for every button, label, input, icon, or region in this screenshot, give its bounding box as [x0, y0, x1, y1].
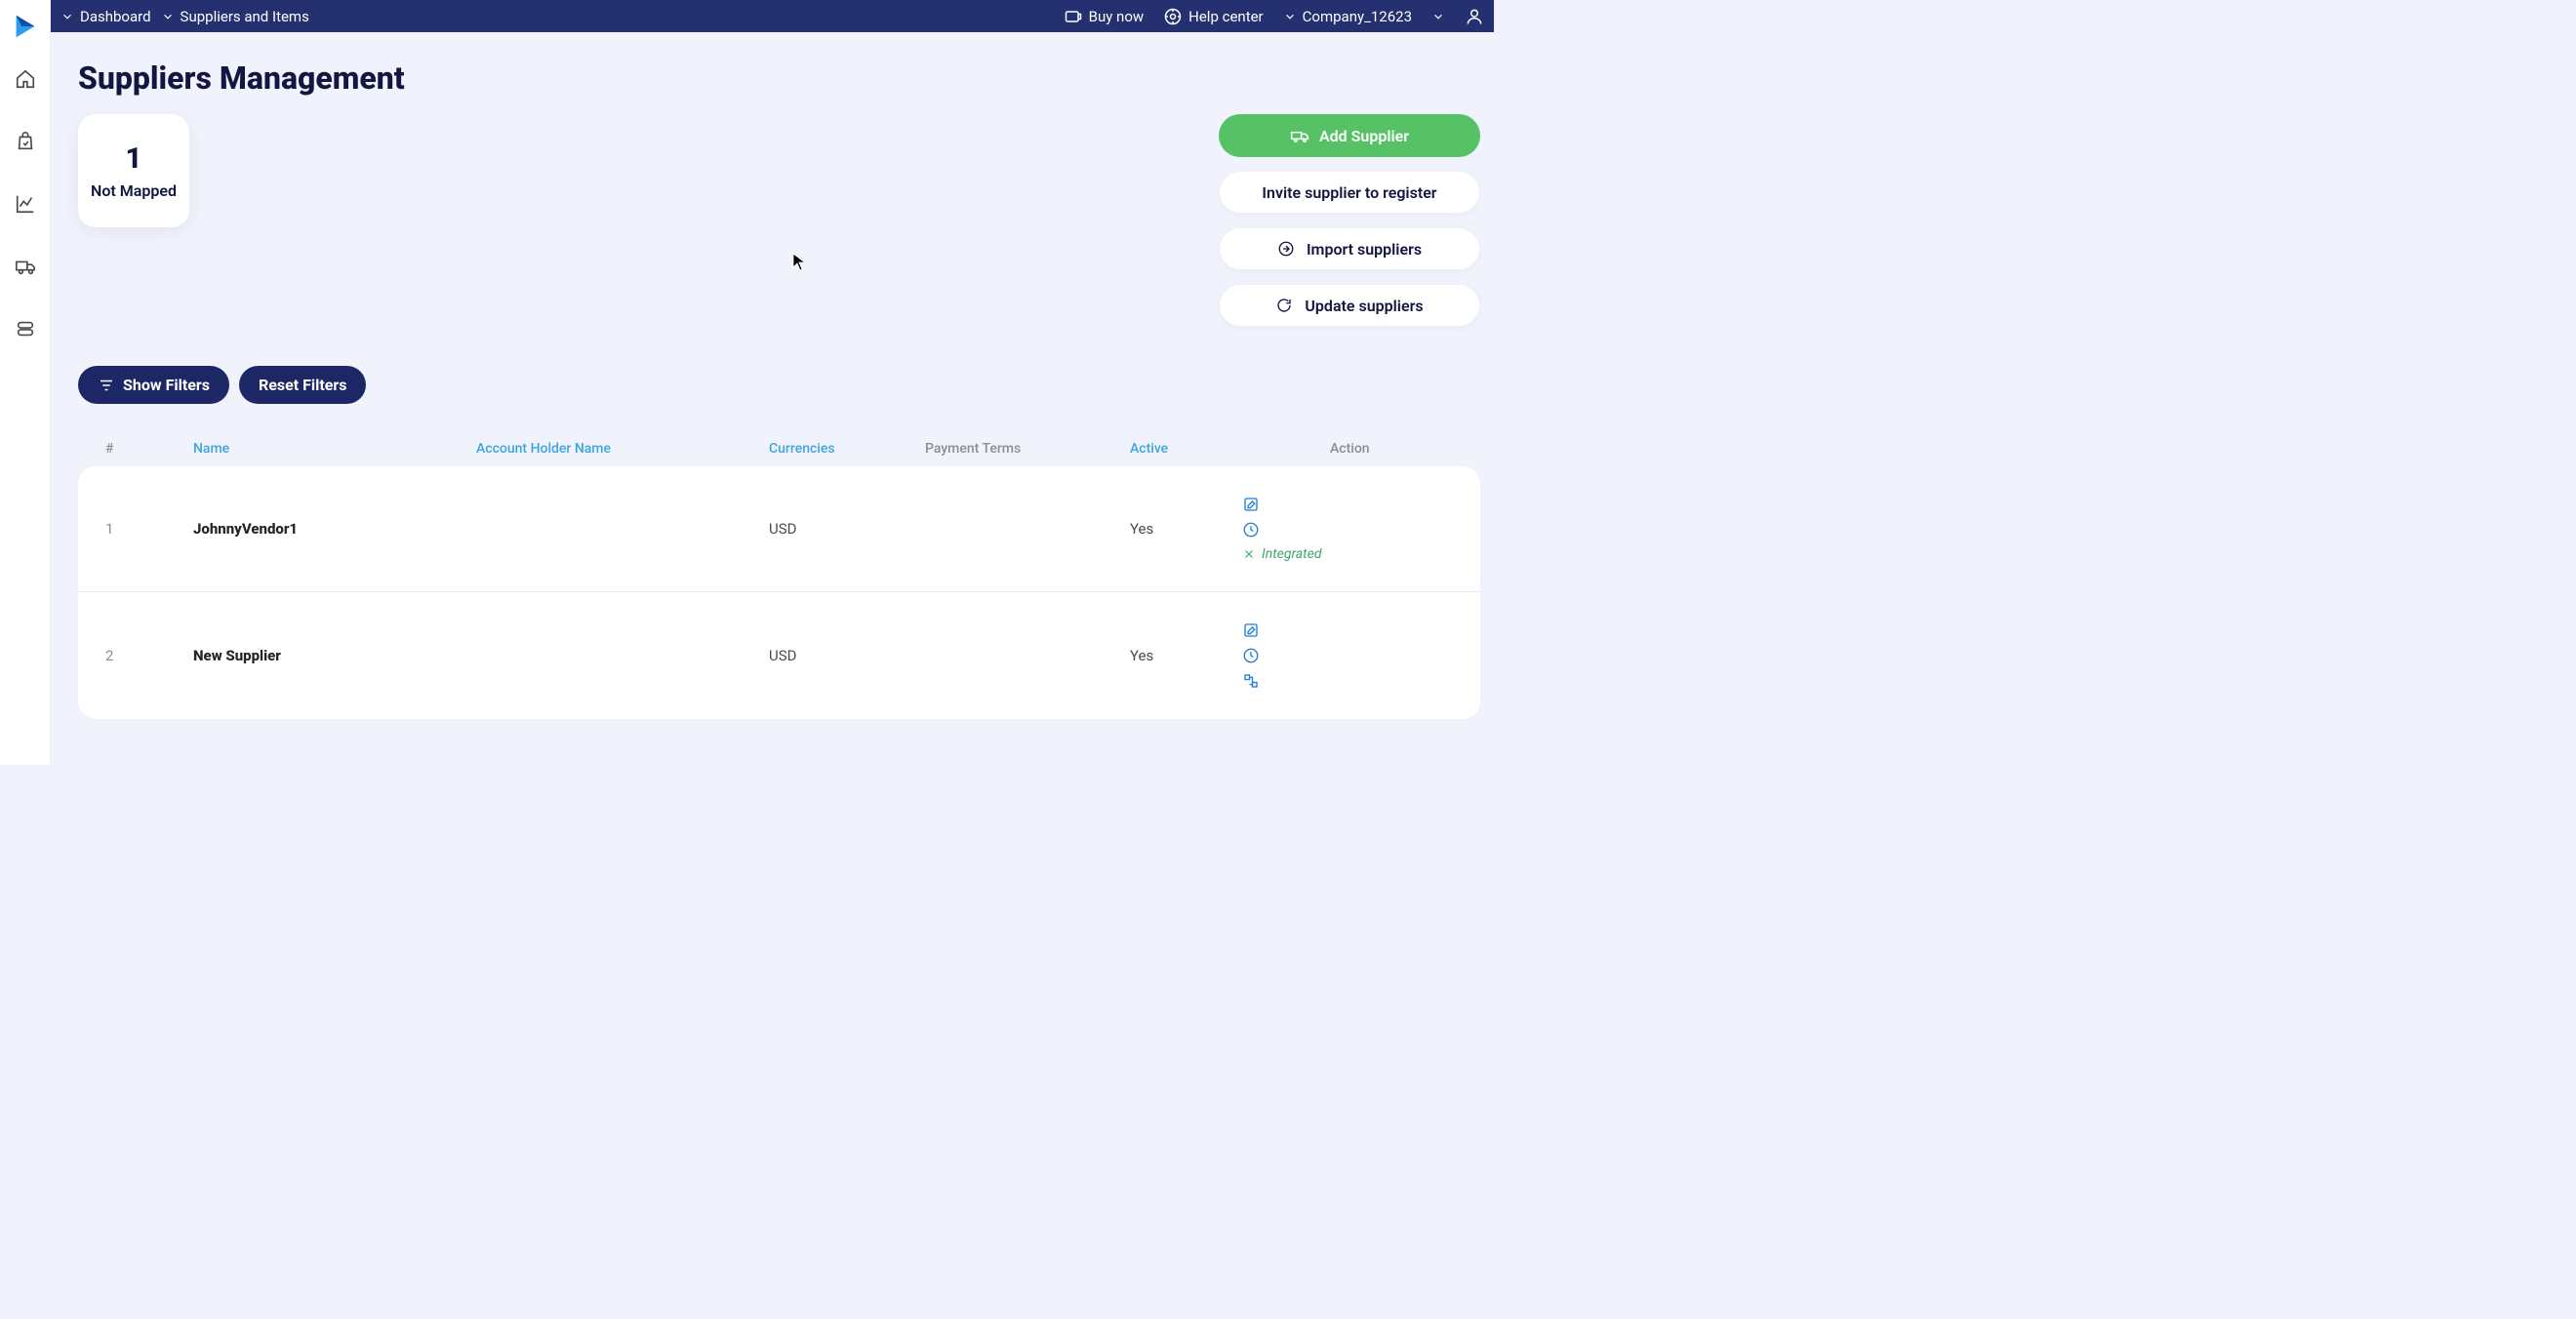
- cell-currency: USD: [769, 520, 925, 538]
- col-header-payment: Payment Terms: [925, 441, 1130, 457]
- chart-icon[interactable]: [15, 193, 36, 215]
- home-icon[interactable]: [15, 68, 36, 90]
- sidebar: [0, 0, 51, 765]
- chevron-down-icon: [60, 10, 74, 23]
- chevron-down-icon: [161, 10, 175, 23]
- server-icon[interactable]: [15, 318, 36, 340]
- edit-icon[interactable]: [1242, 496, 1260, 513]
- integrated-status[interactable]: Integrated: [1242, 546, 1453, 562]
- refresh-icon: [1275, 296, 1295, 315]
- table-row: 1 JohnnyVendor1 USD Yes Integrated: [78, 466, 1480, 592]
- button-label: Reset Filters: [259, 376, 347, 394]
- update-suppliers-button[interactable]: Update suppliers: [1219, 284, 1480, 327]
- help-icon: [1163, 7, 1183, 26]
- cart-icon: [1064, 7, 1083, 26]
- invite-supplier-button[interactable]: Invite supplier to register: [1219, 171, 1480, 214]
- stat-count: 1: [125, 141, 141, 176]
- button-label: Invite supplier to register: [1262, 183, 1436, 202]
- help-center-link[interactable]: Help center: [1163, 7, 1263, 26]
- button-label: Import suppliers: [1307, 240, 1422, 259]
- cell-name[interactable]: New Supplier: [193, 647, 476, 664]
- company-label: Company_12623: [1303, 8, 1412, 25]
- map-icon[interactable]: [1242, 672, 1260, 690]
- cell-index: 2: [105, 647, 193, 664]
- breadcrumb-suppliers[interactable]: Suppliers and Items: [161, 8, 309, 25]
- app-logo[interactable]: [11, 12, 40, 41]
- add-supplier-button[interactable]: Add Supplier: [1219, 114, 1480, 157]
- stat-card-not-mapped[interactable]: 1 Not Mapped: [78, 114, 189, 227]
- col-header-currencies[interactable]: Currencies: [769, 441, 925, 457]
- history-icon[interactable]: [1242, 647, 1260, 664]
- import-icon: [1277, 239, 1297, 259]
- col-header-action: Action: [1242, 441, 1453, 457]
- edit-icon[interactable]: [1242, 621, 1260, 639]
- help-label: Help center: [1188, 8, 1263, 25]
- button-label: Show Filters: [123, 376, 210, 394]
- filter-icon: [98, 377, 115, 394]
- chevron-down-icon[interactable]: [1431, 10, 1445, 23]
- stat-label: Not Mapped: [91, 181, 177, 200]
- cell-name[interactable]: JohnnyVendor1: [193, 520, 476, 538]
- truck-icon[interactable]: [15, 256, 36, 277]
- buy-now-link[interactable]: Buy now: [1064, 7, 1145, 26]
- table-header: # Name Account Holder Name Currencies Pa…: [78, 431, 1480, 466]
- show-filters-button[interactable]: Show Filters: [78, 366, 229, 404]
- suppliers-table: # Name Account Holder Name Currencies Pa…: [78, 431, 1480, 719]
- button-label: Add Supplier: [1319, 127, 1409, 145]
- col-header-name[interactable]: Name: [193, 441, 476, 457]
- page-title: Suppliers Management: [78, 60, 1480, 97]
- breadcrumb-label: Dashboard: [80, 8, 151, 25]
- import-suppliers-button[interactable]: Import suppliers: [1219, 227, 1480, 270]
- cell-currency: USD: [769, 647, 925, 664]
- buy-now-label: Buy now: [1089, 8, 1145, 25]
- col-header-active[interactable]: Active: [1130, 441, 1242, 457]
- cell-active: Yes: [1130, 520, 1242, 538]
- user-icon[interactable]: [1465, 7, 1484, 26]
- history-icon[interactable]: [1242, 521, 1260, 539]
- bag-icon[interactable]: [15, 131, 36, 152]
- button-label: Update suppliers: [1305, 297, 1423, 315]
- cell-active: Yes: [1130, 647, 1242, 664]
- company-selector[interactable]: Company_12623: [1283, 8, 1412, 25]
- table-row: 2 New Supplier USD Yes: [78, 592, 1480, 719]
- cell-index: 1: [105, 520, 193, 538]
- reset-filters-button[interactable]: Reset Filters: [239, 366, 367, 404]
- truck-icon: [1290, 126, 1309, 145]
- topbar: Dashboard Suppliers and Items Buy now He…: [51, 0, 1494, 32]
- chevron-down-icon: [1283, 10, 1297, 23]
- close-icon: [1242, 547, 1256, 561]
- breadcrumb-label: Suppliers and Items: [181, 8, 309, 25]
- breadcrumb-dashboard[interactable]: Dashboard: [60, 8, 151, 25]
- col-header-acct[interactable]: Account Holder Name: [476, 441, 769, 457]
- integrated-label: Integrated: [1262, 546, 1321, 562]
- col-header-index: #: [105, 441, 193, 457]
